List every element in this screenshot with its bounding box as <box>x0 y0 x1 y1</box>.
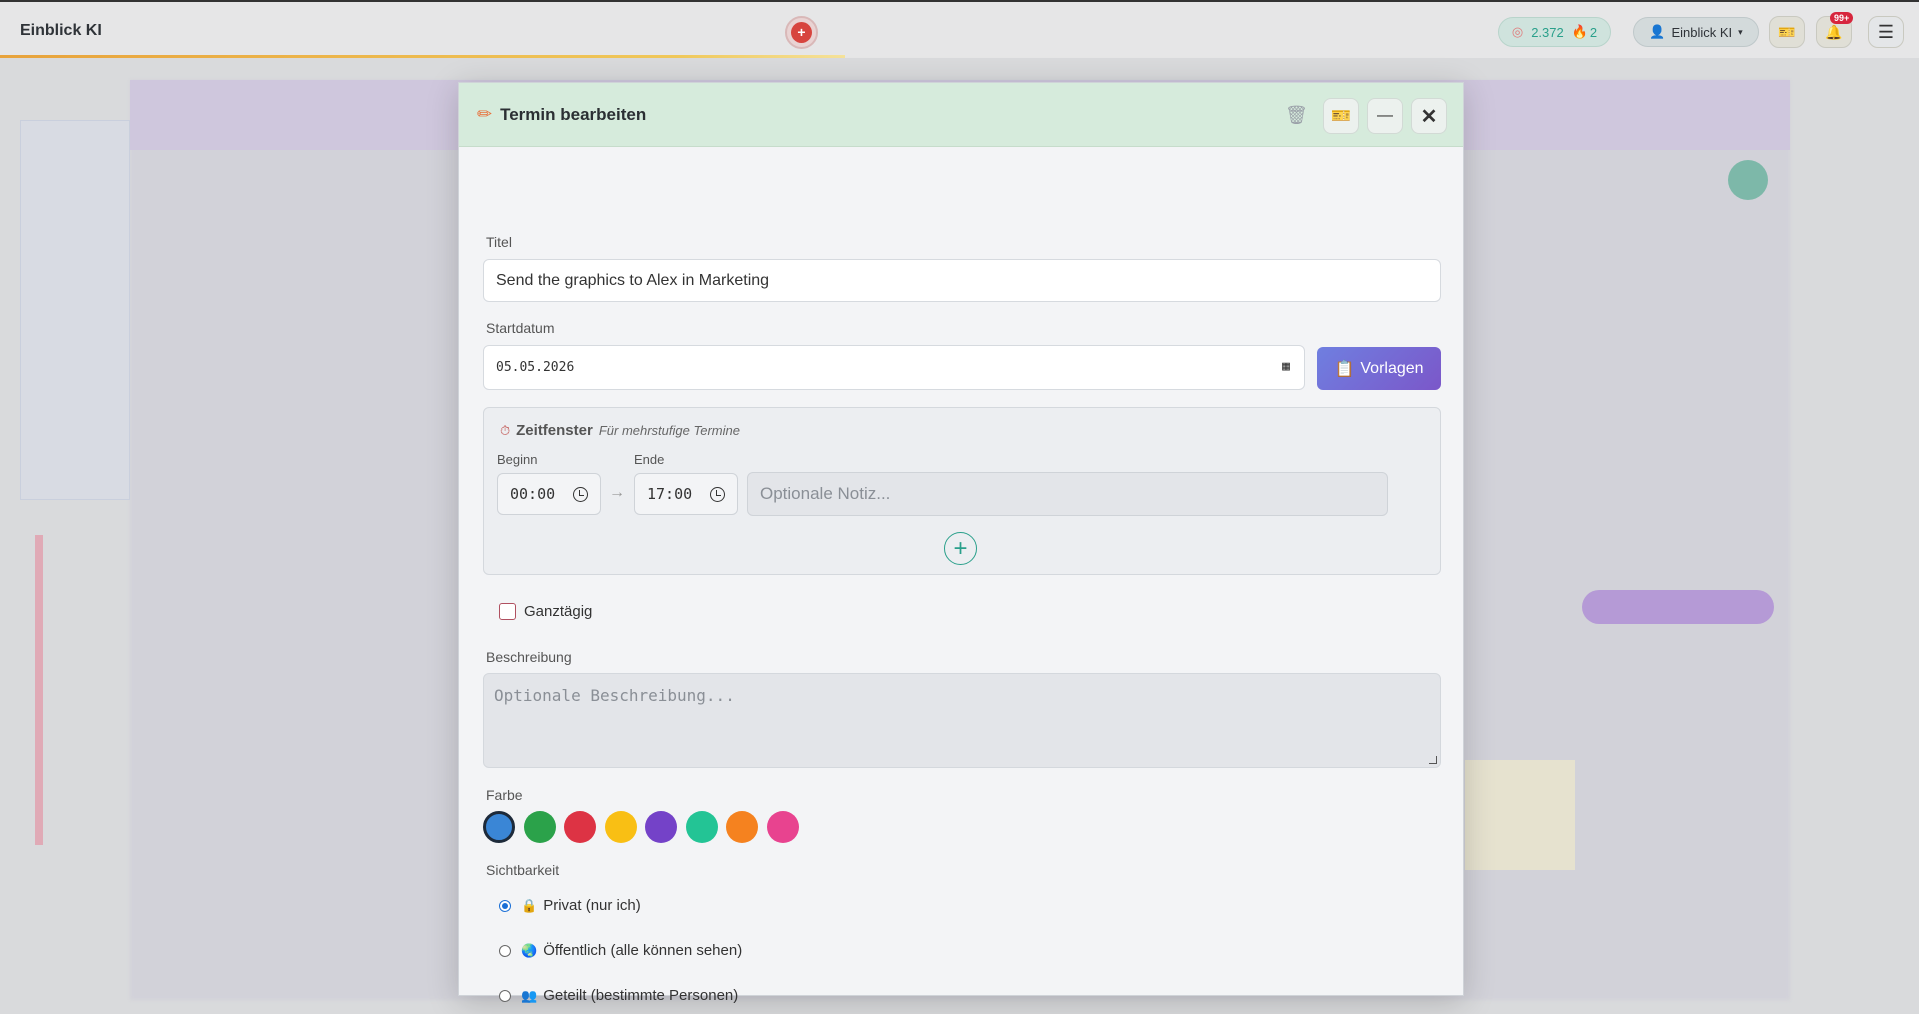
minimize-button[interactable]: — <box>1367 98 1403 134</box>
description-label: Beschreibung <box>486 649 572 665</box>
visibility-option-text: Privat (nur ich) <box>543 897 641 914</box>
caret-down-icon: ▾ <box>1738 26 1743 37</box>
duplicate-button[interactable]: 🎫 <box>1323 98 1359 134</box>
notification-badge: 99+ <box>1830 12 1854 24</box>
people-icon: 👥 <box>521 987 538 1003</box>
note-input[interactable]: Optionale Notiz... <box>747 472 1388 516</box>
title-input[interactable]: Send the graphics to Alex in Marketing <box>483 259 1441 302</box>
bell-icon: 🔔 <box>1825 23 1843 40</box>
close-icon: ✕ <box>1420 105 1438 128</box>
time-window-section: ⏱ Zeitfenster Für mehrstufige Termine Be… <box>483 407 1441 575</box>
begin-label: Beginn <box>497 452 538 467</box>
globe-icon: 🌏 <box>521 942 538 958</box>
resize-handle-icon[interactable] <box>1429 756 1437 764</box>
color-swatch[interactable] <box>685 811 718 843</box>
time-window-subtitle: Für mehrstufige Termine <box>598 423 740 438</box>
end-time-value: 17:00 <box>647 485 693 503</box>
arrow-right-icon: → <box>609 484 625 501</box>
visibility-radio[interactable] <box>499 945 511 957</box>
begin-time-input[interactable]: 00:00 <box>497 473 601 515</box>
end-time-input[interactable]: 17:00 <box>634 473 738 515</box>
color-swatch[interactable] <box>483 811 515 843</box>
clock-icon <box>710 487 725 502</box>
coin-count: 2.372 <box>1531 24 1564 40</box>
stopwatch-icon: ⏱ <box>500 422 511 438</box>
swiss-flag-logo-icon[interactable]: + <box>785 16 818 49</box>
calendar-icon[interactable]: ▦ <box>1282 359 1290 374</box>
ticket-icon: 🎫 <box>1778 23 1796 40</box>
start-date-value: 05.05.2026 <box>496 360 575 375</box>
loading-progress-bar <box>0 55 845 58</box>
ticket-button[interactable]: 🎫 <box>1769 16 1805 48</box>
clock-icon <box>573 487 588 502</box>
visibility-option-text: Geteilt (bestimmte Personen) <box>543 987 739 1004</box>
menu-icon: ☰ <box>1877 21 1895 42</box>
color-label: Farbe <box>486 787 523 803</box>
visibility-option-label[interactable]: 👥 Geteilt (bestimmte Personen) <box>521 987 738 1004</box>
visibility-radio[interactable] <box>499 900 511 912</box>
color-swatch[interactable] <box>604 811 637 843</box>
close-button[interactable]: ✕ <box>1411 98 1447 134</box>
delete-trash-icon[interactable]: 🗑 <box>1285 105 1308 126</box>
description-placeholder: Optionale Beschreibung... <box>494 686 735 705</box>
pencil-icon: ✏ <box>477 104 493 124</box>
streak-count: 2 <box>1589 24 1598 40</box>
minus-icon: — <box>1377 107 1393 124</box>
brand-name[interactable]: Einblick KI <box>20 22 102 40</box>
visibility-option-label[interactable]: 🌏 Öffentlich (alle können sehen) <box>521 942 742 959</box>
hamburger-menu-button[interactable]: ☰ <box>1868 16 1904 48</box>
add-time-slot-button[interactable]: + <box>944 532 977 565</box>
all-day-checkbox[interactable] <box>499 603 516 620</box>
color-swatch[interactable] <box>726 811 758 843</box>
user-label: Einblick KI <box>1671 24 1733 40</box>
time-window-title: Zeitfenster <box>516 422 593 439</box>
visibility-label: Sichtbarkeit <box>486 862 560 878</box>
begin-time-value: 00:00 <box>510 485 556 503</box>
background-yellow-cell <box>1465 760 1575 870</box>
description-textarea[interactable]: Optionale Beschreibung... <box>483 673 1441 768</box>
user-menu-button[interactable]: 👤 Einblick KI ▾ <box>1633 17 1759 47</box>
user-icon: 👤 <box>1649 24 1666 39</box>
edit-event-modal: ✏ Termin bearbeiten 🗑 🎫 — ✕ Titel Send t… <box>458 82 1464 1004</box>
modal-title: Termin bearbeiten <box>500 104 647 124</box>
templates-label: Vorlagen <box>1360 359 1424 377</box>
color-swatch[interactable] <box>766 811 799 843</box>
stats-pill[interactable]: ◎ 2.372 🔥 2 <box>1498 17 1611 47</box>
visibility-option-text: Öffentlich (alle können sehen) <box>543 942 743 959</box>
visibility-radio[interactable] <box>499 990 511 1002</box>
top-navbar: Einblick KI + ◎ 2.372 🔥 2 👤 Einblick KI … <box>0 0 1919 58</box>
start-date-input[interactable]: 05.05.2026 ▦ <box>483 345 1305 390</box>
coin-icon: ◎ <box>1511 24 1524 39</box>
lock-icon: 🔒 <box>521 897 538 913</box>
visibility-option-label[interactable]: 🔒 Privat (nur ich) <box>521 897 641 914</box>
background-sidebar <box>20 120 130 500</box>
modal-header: ✏ Termin bearbeiten 🗑 🎫 — ✕ <box>459 83 1463 147</box>
color-swatch[interactable] <box>645 811 677 843</box>
start-date-label: Startdatum <box>486 320 555 336</box>
background-event-pill <box>1582 590 1774 624</box>
flame-icon: 🔥 <box>1571 24 1588 39</box>
color-swatch[interactable] <box>564 811 596 843</box>
ticket-icon: 🎫 <box>1331 108 1351 125</box>
templates-button[interactable]: 📋 Vorlagen <box>1317 347 1441 390</box>
plus-icon: + <box>953 534 968 562</box>
all-day-label: Ganztägig <box>524 603 593 620</box>
color-swatch[interactable] <box>523 811 556 843</box>
background-teal-avatar <box>1728 160 1768 200</box>
title-label: Titel <box>486 234 512 250</box>
end-label: Ende <box>634 452 665 467</box>
background-pink-marker <box>35 535 43 845</box>
clipboard-icon: 📋 <box>1334 360 1355 378</box>
